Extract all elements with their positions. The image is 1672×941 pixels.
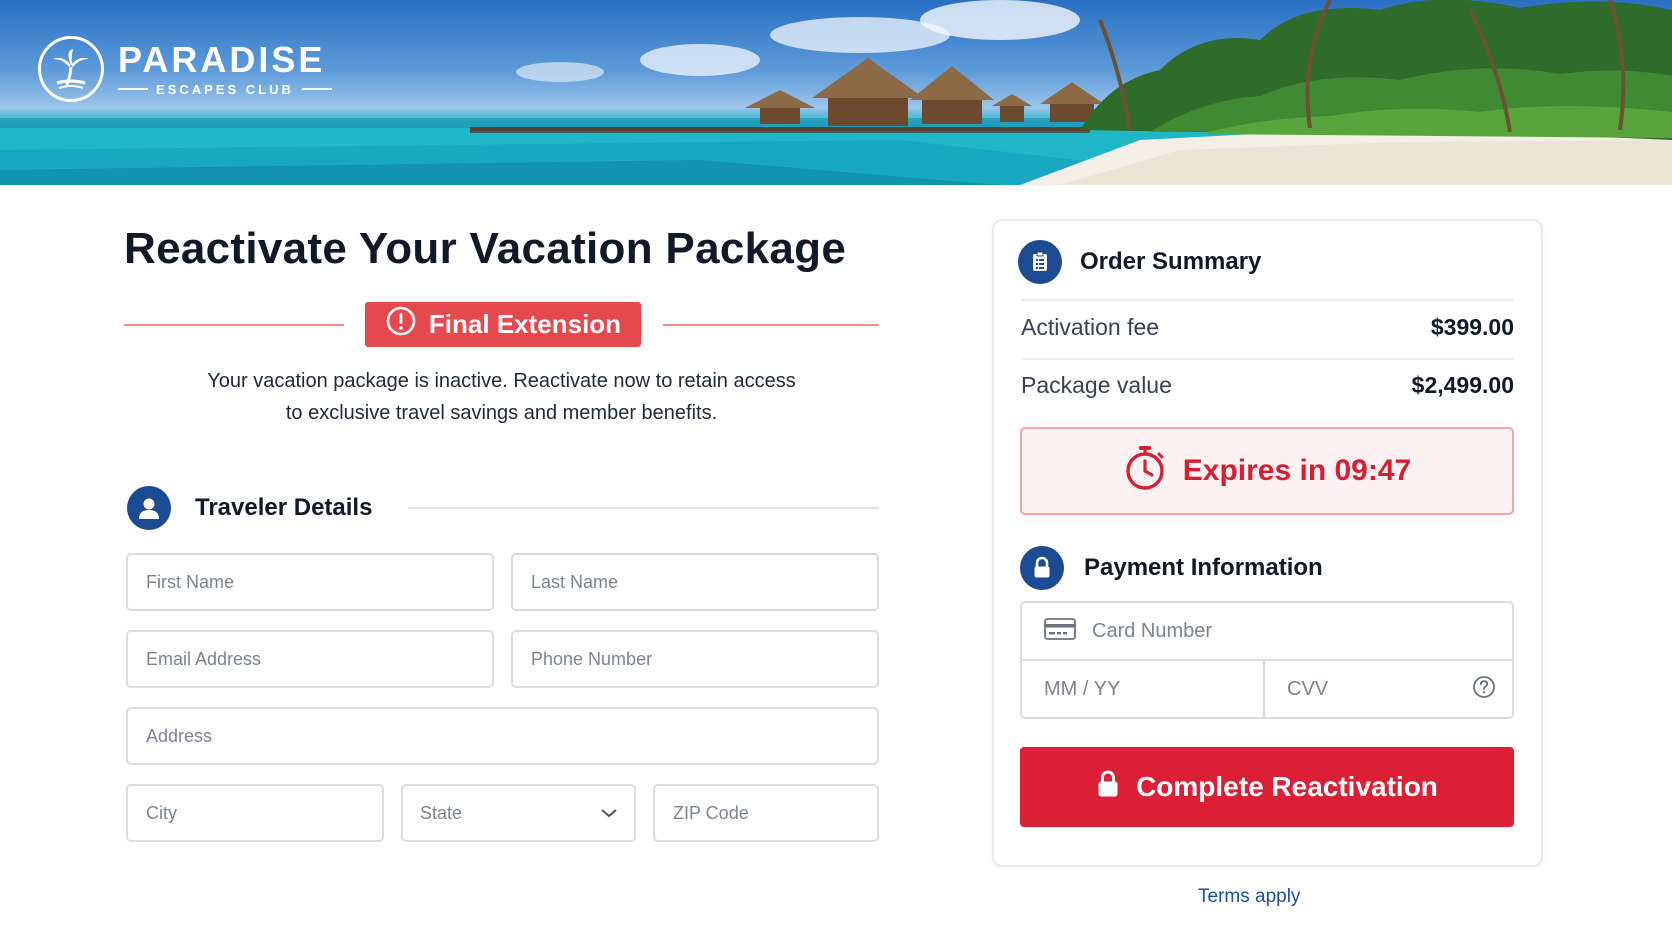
expiry-cell [1022, 661, 1265, 717]
credit-card-icon [1044, 617, 1076, 645]
card-number-row [1022, 603, 1512, 661]
chevron-down-icon [600, 803, 618, 824]
alert-rule-right [663, 324, 879, 326]
payment-information-header: Payment Information [1020, 546, 1323, 590]
question-circle-icon[interactable] [1472, 675, 1496, 704]
expiry-countdown: Expires in 09:47 [1020, 427, 1514, 515]
final-extension-badge: Final Extension [365, 302, 641, 347]
page-title: Reactivate Your Vacation Package [124, 224, 847, 273]
expiry-date-input[interactable] [1044, 677, 1263, 701]
brand-logo[interactable]: PARADISE ESCAPES CLUB [38, 36, 332, 102]
brand-name: PARADISE [118, 38, 326, 80]
city-input[interactable] [126, 784, 384, 842]
complete-reactivation-button[interactable]: Complete Reactivation [1020, 747, 1514, 827]
summary-row-divider [1021, 358, 1514, 360]
address-input[interactable] [126, 707, 879, 765]
tagline-rule-left [118, 88, 148, 90]
summary-row-package-value: Package value $2,499.00 [1021, 372, 1514, 399]
complete-reactivation-label: Complete Reactivation [1136, 771, 1438, 802]
clipboard-list-icon [1018, 240, 1062, 284]
first-name-input[interactable] [126, 553, 494, 611]
traveler-details-title: Traveler Details [195, 494, 373, 521]
package-value-amount: $2,499.00 [1411, 372, 1514, 398]
state-select[interactable]: State [401, 784, 636, 842]
alert-banner: Final Extension [124, 302, 879, 348]
email-input[interactable] [126, 630, 494, 688]
hero-banner: PARADISE ESCAPES CLUB [0, 0, 1672, 185]
intro-line-2: to exclusive travel savings and member b… [285, 402, 718, 424]
traveler-details-header: Traveler Details [127, 486, 879, 530]
cvv-input[interactable] [1287, 677, 1437, 701]
lock-icon [1020, 546, 1064, 590]
activation-fee-value: $399.00 [1430, 314, 1514, 340]
phone-input[interactable] [511, 630, 879, 688]
payment-fields-group [1020, 601, 1514, 719]
zip-code-input[interactable] [653, 784, 879, 842]
stopwatch-icon [1123, 444, 1167, 498]
summary-row-activation-fee: Activation fee $399.00 [1021, 314, 1514, 341]
traveler-details-rule [408, 507, 879, 509]
cvv-cell [1265, 661, 1512, 717]
expiry-countdown-text: Expires in 09:47 [1182, 454, 1412, 487]
intro-text: Your vacation package is inactive. React… [124, 365, 879, 429]
activation-fee-label: Activation fee [1021, 314, 1160, 340]
final-extension-label: Final Extension [428, 309, 622, 339]
package-value-label: Package value [1021, 372, 1172, 398]
alert-rule-left [124, 324, 344, 326]
brand-tagline: ESCAPES CLUB [156, 81, 294, 97]
order-summary-title: Order Summary [1080, 248, 1262, 275]
summary-header-divider [1021, 299, 1514, 301]
lock-icon [1096, 769, 1120, 806]
user-icon [127, 486, 171, 530]
terms-link[interactable]: Terms apply [1198, 886, 1300, 908]
exclamation-circle-icon [385, 305, 417, 344]
tagline-rule-right [301, 88, 332, 90]
state-select-value: State [420, 802, 463, 823]
intro-line-1: Your vacation package is inactive. React… [207, 370, 796, 392]
payment-information-title: Payment Information [1084, 554, 1323, 581]
order-summary-header: Order Summary [1018, 240, 1261, 284]
palm-tree-icon [38, 36, 104, 102]
last-name-input[interactable] [511, 553, 879, 611]
card-number-input[interactable] [1092, 619, 1512, 643]
